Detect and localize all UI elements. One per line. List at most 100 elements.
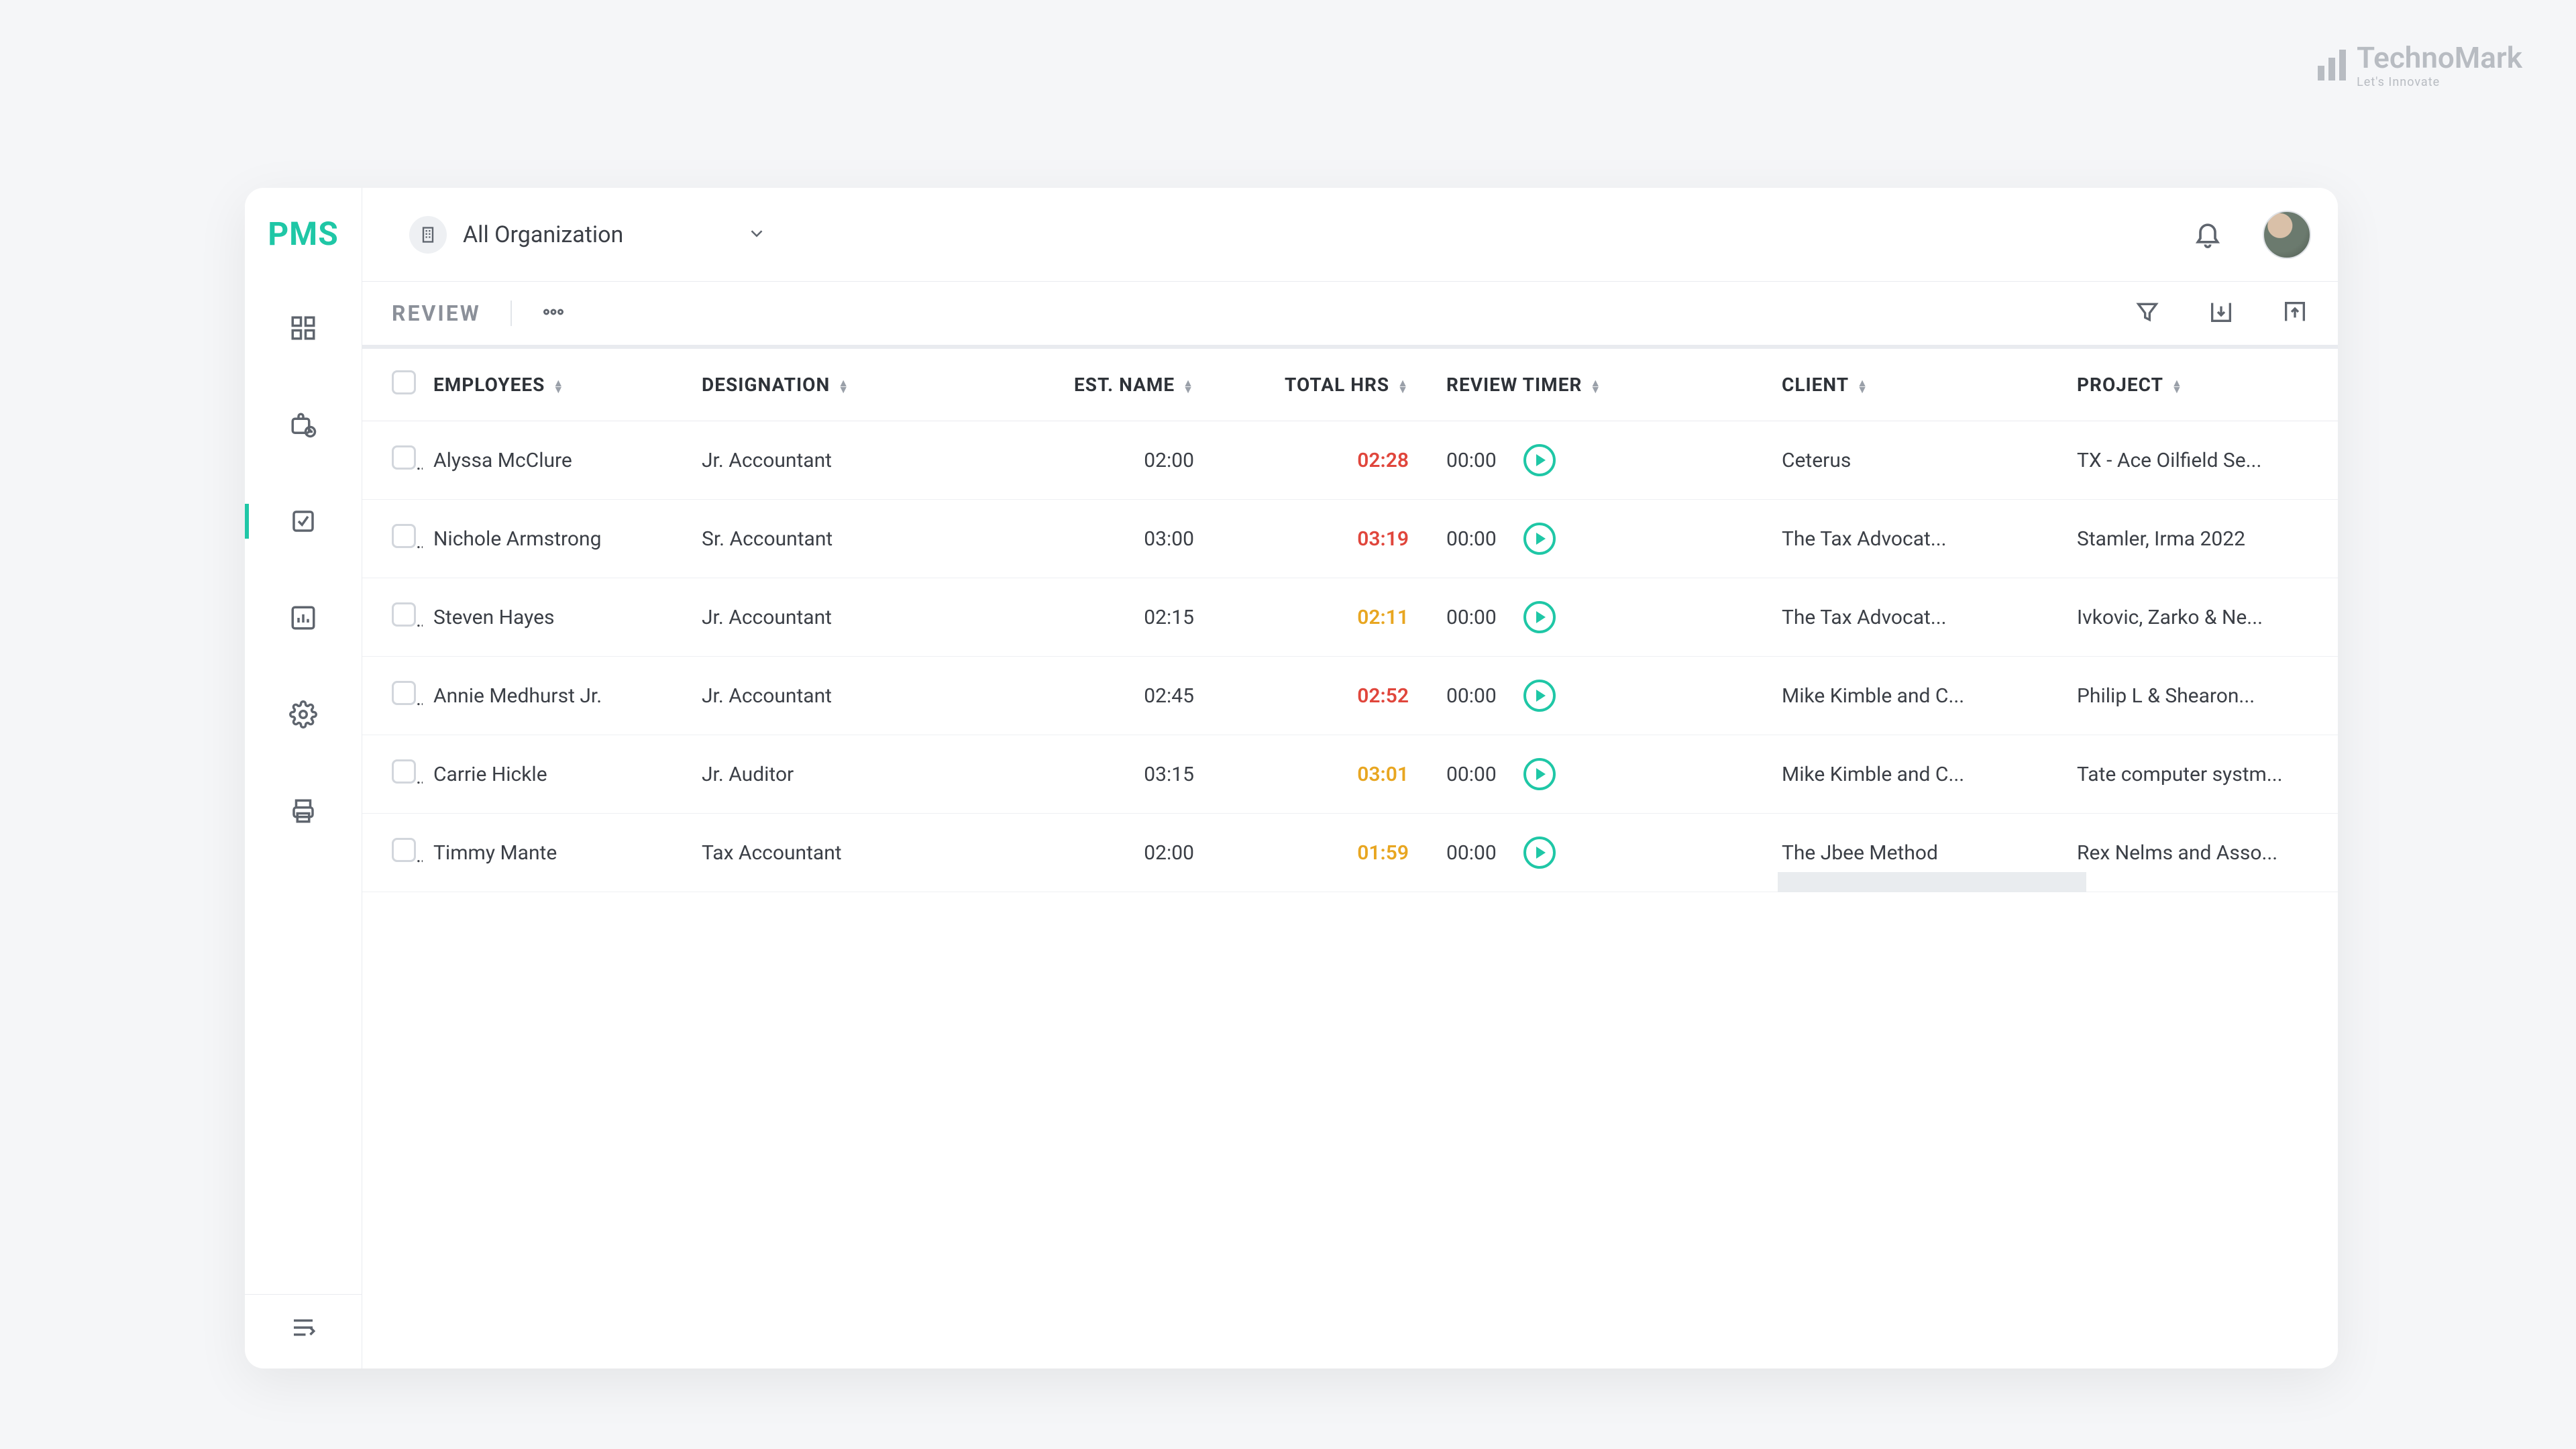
cell-employee: Carrie Hickle [423,735,691,814]
row-checkbox[interactable] [392,759,416,784]
cell-project: Rex Nelms and Asso... [2066,814,2338,892]
user-avatar[interactable] [2263,211,2311,259]
cell-timer: 00:00 [1436,814,1771,892]
play-button[interactable] [1523,523,1556,555]
more-button[interactable] [541,300,566,327]
col-est-name[interactable]: EST. NAME▲▼ [979,349,1234,421]
col-designation[interactable]: DESIGNATION▲▼ [691,349,979,421]
sort-icon: ▲▼ [838,380,849,393]
filter-icon [2134,299,2161,325]
filter-button[interactable] [2134,299,2161,328]
row-checkbox[interactable] [392,445,416,470]
sort-icon: ▲▼ [1857,380,1868,393]
cell-project: Tate computer systm... [2066,735,2338,814]
cell-total: 01:59 [1234,814,1436,892]
play-button[interactable] [1523,601,1556,633]
play-button[interactable] [1523,444,1556,476]
play-button[interactable] [1523,837,1556,869]
cell-client: Ceterus [1771,421,2066,500]
brand-watermark: TechnoMark Let's Innovate [2318,40,2522,89]
cell-client: Mike Kimble and C... [1771,657,2066,735]
page-title: REVIEW [392,301,481,326]
table-row: Annie Medhurst Jr.Jr. Accountant02:4502:… [362,657,2338,735]
cell-project: Stamler, Irma 2022 [2066,500,2338,578]
cell-project: Ivkovic, Zarko & Ne... [2066,578,2338,657]
cell-project: Philip L & Shearon... [2066,657,2338,735]
cell-designation: Sr. Accountant [691,500,979,578]
col-review-timer[interactable]: REVIEW TIMER▲▼ [1436,349,1771,421]
col-client[interactable]: CLIENT▲▼ [1771,349,2066,421]
checklist-icon [289,507,317,535]
cell-est: 03:00 [979,500,1234,578]
col-project[interactable]: PROJECT▲▼ [2066,349,2338,421]
building-icon [409,216,447,254]
app-logo[interactable]: PMS [268,215,339,253]
brand-name: TechnoMark [2357,40,2522,75]
cell-employee: Annie Medhurst Jr. [423,657,691,735]
sort-icon: ▲▼ [1397,380,1409,393]
row-checkbox[interactable] [392,838,416,862]
sort-icon: ▲▼ [553,380,564,393]
play-button[interactable] [1523,680,1556,712]
cell-designation: Jr. Auditor [691,735,979,814]
bar-chart-icon [289,604,317,632]
cell-timer: 00:00 [1436,500,1771,578]
row-checkbox[interactable] [392,524,416,548]
nav-dashboard[interactable] [245,307,362,350]
nav-review[interactable] [245,500,362,543]
bell-icon [2193,219,2222,248]
page-toolbar: REVIEW [362,282,2338,349]
play-button[interactable] [1523,758,1556,790]
collapse-sidebar[interactable] [245,1294,362,1342]
briefcase-clock-icon [289,411,317,439]
nav-print[interactable] [245,790,362,833]
org-selector[interactable]: All Organization [389,211,787,258]
ellipsis-icon [541,300,566,324]
table-container: EMPLOYEES▲▼ DESIGNATION▲▼ EST. NAME▲▼ TO… [362,349,2338,1368]
cell-timer: 00:00 [1436,578,1771,657]
cell-designation: Jr. Accountant [691,657,979,735]
nav-settings[interactable] [245,693,362,736]
cell-total: 02:11 [1234,578,1436,657]
main-panel: All Organization REVIEW [362,188,2338,1368]
row-checkbox[interactable] [392,681,416,705]
cell-timer: 00:00 [1436,657,1771,735]
cell-est: 03:15 [979,735,1234,814]
brand-tagline: Let's Innovate [2357,75,2522,89]
chevron-down-icon [639,223,767,246]
select-all-checkbox[interactable] [392,370,416,394]
cell-est: 02:00 [979,421,1234,500]
col-total-hrs[interactable]: TOTAL HRS▲▼ [1234,349,1436,421]
cell-client: The Tax Advocat... [1771,500,2066,578]
cell-project: TX - Ace Oilfield Se... [2066,421,2338,500]
col-employees[interactable]: EMPLOYEES▲▼ [423,349,691,421]
gear-icon [289,700,317,729]
sidebar: PMS [245,188,362,1368]
cell-designation: Tax Accountant [691,814,979,892]
separator [511,301,512,326]
notifications-button[interactable] [2193,219,2222,251]
grid-icon [289,314,317,342]
row-checkbox[interactable] [392,602,416,627]
printer-icon [289,797,317,825]
export-button[interactable] [2282,299,2308,328]
cell-total: 02:28 [1234,421,1436,500]
nav-work[interactable] [245,403,362,446]
table-row: Nichole ArmstrongSr. Accountant03:0003:1… [362,500,2338,578]
nav-reports[interactable] [245,596,362,639]
app-window: PMS [245,188,2338,1368]
cell-employee: Timmy Mante [423,814,691,892]
cell-designation: Jr. Accountant [691,578,979,657]
cell-designation: Jr. Accountant [691,421,979,500]
cell-est: 02:15 [979,578,1234,657]
cell-est: 02:00 [979,814,1234,892]
cell-est: 02:45 [979,657,1234,735]
import-button[interactable] [2208,299,2235,328]
org-label: All Organization [463,221,623,248]
cell-timer: 00:00 [1436,421,1771,500]
cell-client: The Tax Advocat... [1771,578,2066,657]
review-table: EMPLOYEES▲▼ DESIGNATION▲▼ EST. NAME▲▼ TO… [362,349,2338,892]
cell-employee: Nichole Armstrong [423,500,691,578]
cell-total: 03:19 [1234,500,1436,578]
sort-icon: ▲▼ [1590,380,1601,393]
